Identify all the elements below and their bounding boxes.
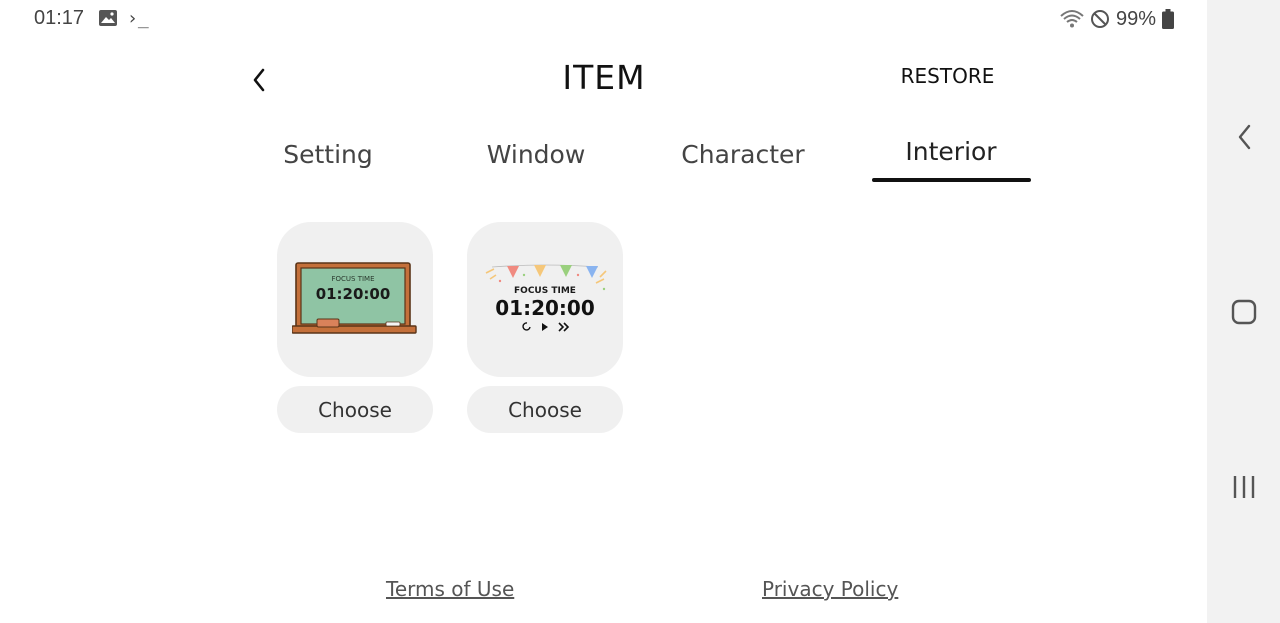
- back-nav-icon: [1238, 124, 1250, 150]
- play-icon: [542, 322, 548, 331]
- image-icon: [99, 10, 117, 26]
- item-card-chalkboard: FOCUS TIME 01:20:00 Choose: [277, 222, 433, 433]
- system-nav-bar: [1207, 0, 1280, 623]
- item-thumbnail[interactable]: FOCUS TIME 01:20:00: [277, 222, 433, 377]
- item-time: 01:20:00: [316, 285, 391, 303]
- restore-button[interactable]: RESTORE: [880, 64, 1015, 88]
- terminal-icon: ›_: [127, 8, 149, 29]
- tab-window[interactable]: Window: [436, 140, 636, 169]
- choose-button[interactable]: Choose: [467, 386, 623, 433]
- do-not-disturb-icon: [1091, 10, 1109, 28]
- fast-forward-icon: [558, 321, 570, 332]
- replay-icon: [522, 321, 531, 331]
- recents-nav-icon: [1233, 476, 1254, 498]
- home-nav-icon: [1231, 299, 1256, 325]
- tab-bar: Setting Window Character Interior: [225, 137, 1055, 186]
- status-right-group: 99%: [1060, 7, 1175, 31]
- item-caption: FOCUS TIME: [331, 275, 374, 283]
- chevron-left-icon: [253, 68, 265, 92]
- chalkboard-preview: FOCUS TIME 01:20:00: [292, 261, 417, 334]
- battery-icon: [1162, 9, 1175, 29]
- status-time: 01:17: [34, 7, 85, 29]
- nav-back-button[interactable]: [1207, 107, 1280, 167]
- choose-button[interactable]: Choose: [277, 386, 433, 433]
- active-tab-indicator: [872, 178, 1031, 182]
- page-title: ITEM: [562, 58, 646, 97]
- nav-recents-button[interactable]: [1207, 457, 1280, 517]
- item-thumbnail[interactable]: FOCUS TIME 01:20:00: [467, 222, 623, 377]
- item-caption: FOCUS TIME: [514, 286, 576, 296]
- terms-of-use-link[interactable]: Terms of Use: [386, 577, 514, 601]
- battery-percent: 99%: [1116, 7, 1157, 30]
- item-card-bunting: FOCUS TIME 01:20:00 Choose: [467, 222, 623, 433]
- tab-character[interactable]: Character: [643, 140, 843, 169]
- tab-setting[interactable]: Setting: [228, 140, 428, 169]
- wifi-icon: [1060, 10, 1084, 28]
- item-time: 01:20:00: [495, 296, 595, 320]
- status-bar: 01:17 ›_ 99%: [0, 0, 1207, 38]
- tab-interior[interactable]: Interior: [851, 137, 1051, 166]
- back-button[interactable]: [240, 60, 278, 100]
- bunting-preview: FOCUS TIME 01:20:00: [485, 264, 607, 332]
- nav-home-button[interactable]: [1207, 282, 1280, 342]
- privacy-policy-link[interactable]: Privacy Policy: [762, 577, 898, 601]
